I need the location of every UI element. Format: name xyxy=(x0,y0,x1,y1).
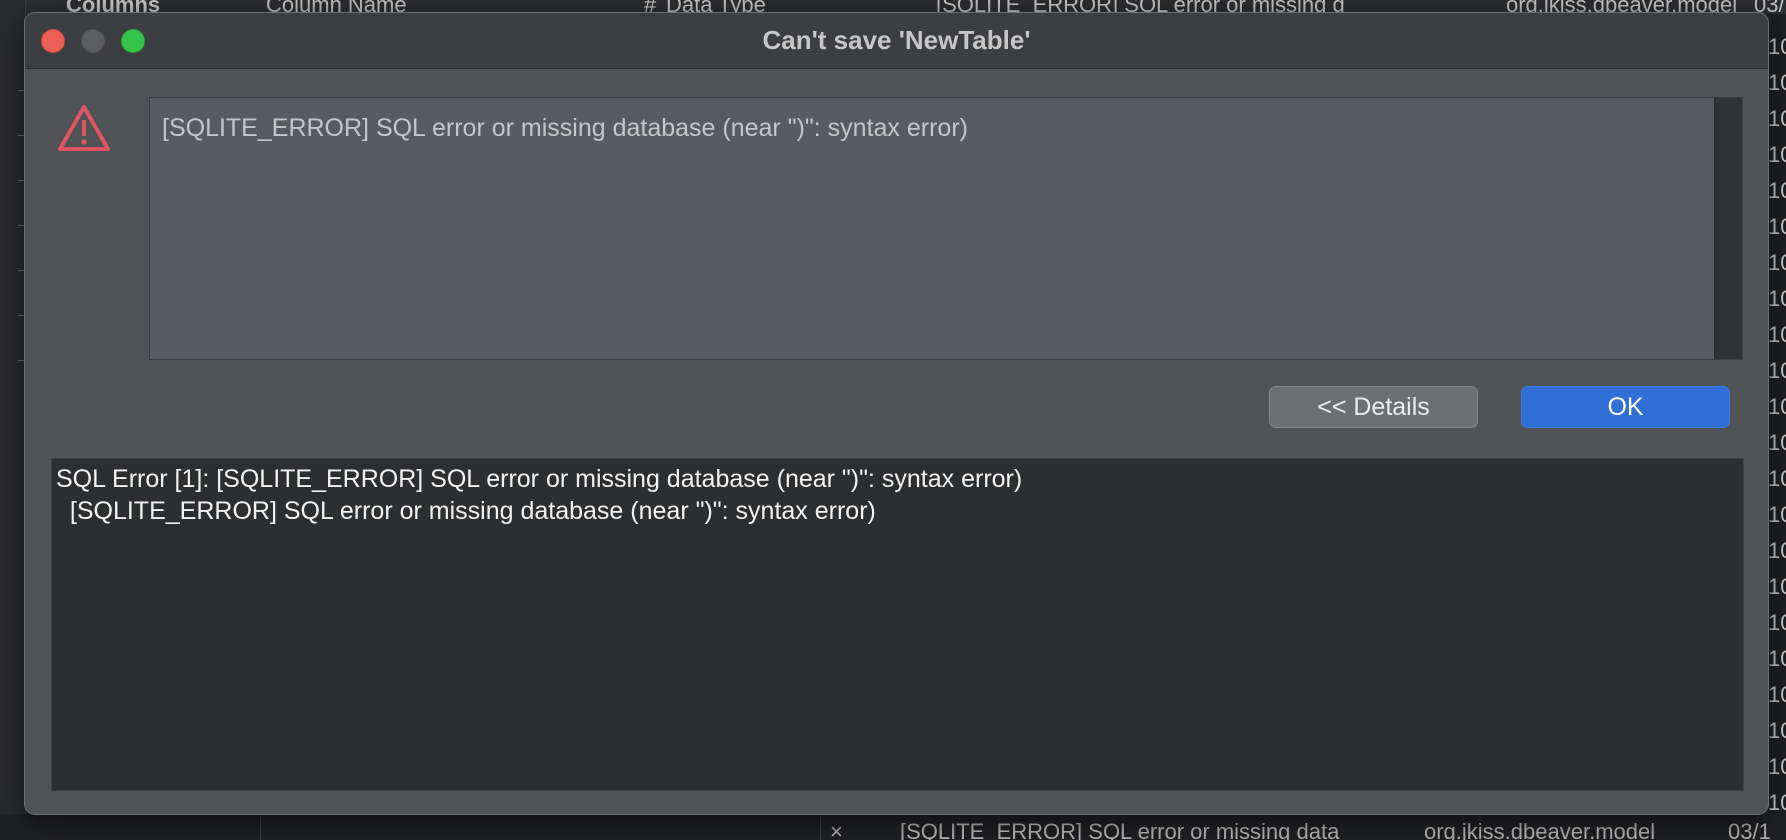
background-left-toolbar xyxy=(0,0,26,840)
bg-right-number: 10 xyxy=(1768,682,1786,707)
bg-divider xyxy=(260,814,261,840)
bg-right-number: 10 xyxy=(1768,250,1786,275)
bg-right-number: 10 xyxy=(1768,430,1786,455)
bg-right-number: 10 xyxy=(1768,322,1786,347)
bg-right-number: 10 xyxy=(1768,718,1786,743)
details-button[interactable]: << Details xyxy=(1269,386,1478,428)
bg-right-number: 10 xyxy=(1768,610,1786,635)
ok-button[interactable]: OK xyxy=(1521,386,1730,428)
bg-divider xyxy=(820,814,821,840)
bg-right-number: 10 xyxy=(1768,358,1786,383)
details-line-1: SQL Error [1]: [SQLITE_ERROR] SQL error … xyxy=(56,465,1023,493)
bg-bottom-source-text: org.jkiss.dbeaver.model xyxy=(1424,819,1656,840)
bg-right-number: 10 xyxy=(1768,754,1786,779)
background-right-column: 10 10 10 10 10 10 10 10 10 10 10 10 10 1… xyxy=(1768,14,1786,840)
bg-right-number: 10 xyxy=(1768,466,1786,491)
error-message-text: [SQLITE_ERROR] SQL error or missing data… xyxy=(162,114,968,142)
bg-right-number: 10 xyxy=(1768,502,1786,527)
bg-right-number: 10 xyxy=(1768,646,1786,671)
bg-right-number: 10 xyxy=(1768,214,1786,239)
bg-right-number: 10 xyxy=(1768,394,1786,419)
dialog-title: Can't save 'NewTable' xyxy=(762,25,1031,55)
bg-right-number: 10 xyxy=(1768,286,1786,311)
error-dialog: Can't save 'NewTable' [SQLITE_ERROR] SQL… xyxy=(24,12,1769,815)
bg-right-number: 10 xyxy=(1768,790,1786,815)
bg-right-number: 10 xyxy=(1768,106,1786,131)
bg-bottom-error-text: [SQLITE_ERROR] SQL error or missing data xyxy=(900,819,1340,840)
bg-close-mark[interactable]: × xyxy=(830,819,843,840)
bg-bottom-date-text: 03/1 xyxy=(1728,819,1771,840)
error-details-box[interactable]: SQL Error [1]: [SQLITE_ERROR] SQL error … xyxy=(51,458,1744,791)
bg-right-number: 10 xyxy=(1768,538,1786,563)
bg-right-number: 10 xyxy=(1768,70,1786,95)
message-scrollbar[interactable] xyxy=(1714,98,1742,359)
details-line-2: [SQLITE_ERROR] SQL error or missing data… xyxy=(56,497,876,525)
bg-right-number: 10 xyxy=(1768,34,1786,59)
dialog-titlebar[interactable]: Can't save 'NewTable' xyxy=(25,13,1768,69)
bg-right-number: 10 xyxy=(1768,142,1786,167)
bg-right-number: 10 xyxy=(1768,178,1786,203)
background-bottom-row: × [SQLITE_ERROR] SQL error or missing da… xyxy=(0,814,1786,840)
bg-right-number: 10 xyxy=(1768,574,1786,599)
warning-triangle-icon xyxy=(58,105,110,151)
error-message-box[interactable]: [SQLITE_ERROR] SQL error or missing data… xyxy=(149,97,1743,360)
